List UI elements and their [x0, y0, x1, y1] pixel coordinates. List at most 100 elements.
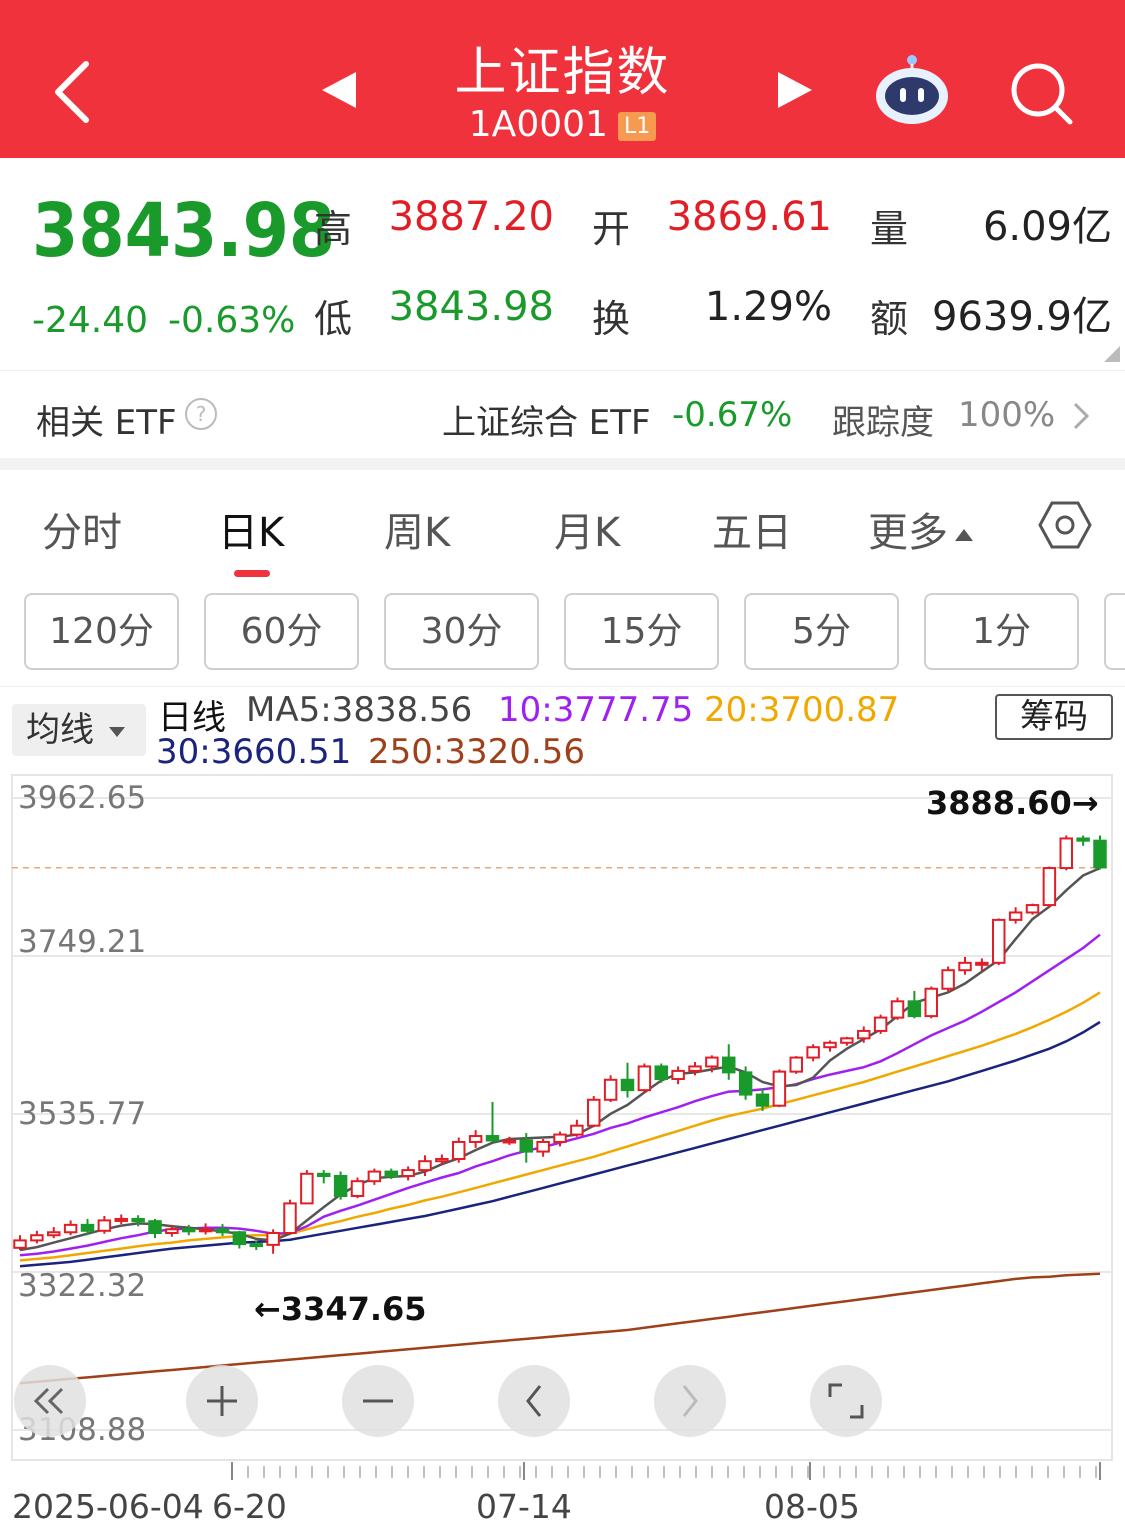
next-stock-icon[interactable]	[776, 70, 814, 110]
fullscreen-icon	[828, 1383, 864, 1419]
candle-up	[266, 1232, 280, 1246]
candle-up	[823, 1041, 837, 1049]
tab-more[interactable]: 更多	[868, 500, 974, 558]
etf-label: 相关 ETF	[36, 403, 177, 443]
plus-icon	[207, 1386, 237, 1416]
candle-up	[873, 1016, 888, 1032]
candle-up	[47, 1231, 61, 1237]
candle-down	[1076, 837, 1090, 842]
minute-button-1[interactable]: 1分	[924, 593, 1079, 670]
candle-down	[755, 1093, 770, 1107]
tab-five-day[interactable]: 五日	[712, 500, 792, 558]
etf-track-label: 跟踪度	[832, 403, 934, 443]
indicator-select[interactable]: 均线	[12, 704, 146, 756]
legend-ma250: 250:3320.56	[368, 732, 585, 772]
minute-button-5[interactable]: 5分	[744, 593, 899, 670]
minute-button-30[interactable]: 30分	[384, 593, 539, 670]
minute-button-60[interactable]: 60分	[204, 593, 359, 670]
settings-hexagon-icon[interactable]	[1038, 500, 1092, 550]
chevron-right-icon	[682, 1385, 698, 1417]
candle-up	[367, 1170, 382, 1183]
fullscreen-button[interactable]	[810, 1365, 882, 1437]
candle-down	[907, 1000, 922, 1018]
indicator-select-label: 均线	[26, 710, 94, 750]
candle-up	[806, 1046, 820, 1059]
tab-daily-k[interactable]: 日K	[218, 500, 284, 558]
candle-down	[80, 1223, 95, 1232]
minute-button-15[interactable]: 15分	[564, 593, 719, 670]
candle-up	[671, 1069, 685, 1081]
ma250-line	[19, 1272, 1101, 1385]
candle-down	[232, 1231, 247, 1246]
candle-up	[587, 1098, 601, 1127]
minute-button-120[interactable]: 120分	[24, 593, 179, 670]
stock-code: 1A0001 L1	[0, 104, 1125, 145]
candle-up	[992, 918, 1006, 964]
candle-up	[97, 1219, 112, 1232]
candle-up	[941, 969, 955, 990]
candle-up	[165, 1228, 179, 1235]
active-tab-indicator	[234, 570, 270, 577]
etf-name: 上证综合 ETF	[442, 403, 651, 443]
etf-track-value: 100%	[958, 395, 1056, 435]
y-tick-label: 3962.65	[18, 780, 147, 816]
volume-value: 6.09亿	[982, 204, 1112, 250]
candle-up	[789, 1056, 803, 1073]
candle-down	[620, 1078, 635, 1092]
scroll-right-button[interactable]	[654, 1365, 726, 1437]
low-label: 低	[314, 297, 353, 341]
tab-monthly-k[interactable]: 月K	[554, 500, 620, 558]
amount-label: 额	[870, 297, 909, 341]
candle-down	[333, 1175, 348, 1197]
candle-up	[283, 1202, 297, 1235]
candle-up	[300, 1172, 314, 1205]
dropdown-arrow-icon	[109, 726, 125, 737]
candle-up	[452, 1140, 466, 1160]
candle-up	[958, 961, 972, 972]
low-value: 3843.98	[388, 284, 554, 330]
chevron-right-icon[interactable]	[1072, 401, 1090, 431]
candle-down	[722, 1056, 736, 1074]
candle-down	[215, 1228, 230, 1234]
y-tick-label: 3322.32	[18, 1268, 147, 1304]
plot-frame	[11, 774, 1113, 1461]
minute-button-overflow[interactable]	[1104, 593, 1125, 670]
chart-divider	[0, 686, 1125, 687]
scroll-start-button[interactable]	[14, 1365, 86, 1437]
candle-down	[249, 1243, 263, 1248]
x-axis-label: 07-14	[476, 1487, 572, 1526]
candle-up	[688, 1065, 702, 1072]
zoom-out-button[interactable]	[342, 1365, 414, 1437]
y-tick-label: 3535.77	[18, 1096, 147, 1132]
chip-distribution-button[interactable]: 筹码	[995, 694, 1113, 740]
help-icon[interactable]: ?	[184, 397, 218, 431]
ma10-line	[19, 933, 1101, 1257]
max-price-label: 3888.60→	[926, 784, 1099, 822]
level-badge: L1	[617, 111, 657, 141]
related-etf-row[interactable]: 相关 ETF ? 上证综合 ETF -0.67% 跟踪度 100%	[0, 370, 1125, 460]
tab-weekly-k[interactable]: 周K	[384, 500, 450, 558]
high-label: 高	[314, 207, 353, 251]
tab-intraday[interactable]: 分时	[42, 500, 122, 558]
candle-down	[317, 1172, 331, 1178]
candle-up	[603, 1078, 618, 1101]
stock-code-text: 1A0001	[468, 104, 608, 145]
amount-value: 9639.9亿	[932, 294, 1112, 340]
candle-up	[350, 1180, 365, 1197]
scroll-left-button[interactable]	[498, 1365, 570, 1437]
candle-up	[1025, 904, 1040, 914]
legend-ma30: 30:3660.51	[156, 732, 352, 772]
candle-up	[1059, 837, 1073, 870]
robot-assistant-icon[interactable]	[872, 52, 952, 126]
zoom-in-button[interactable]	[186, 1365, 258, 1437]
price-change-pct: -0.63%	[168, 300, 296, 341]
expand-corner-icon[interactable]	[1104, 346, 1120, 362]
candle-up	[536, 1140, 550, 1153]
candle-up	[1008, 911, 1023, 921]
price-change: -24.40	[32, 300, 149, 341]
candle-up	[570, 1124, 584, 1136]
candle-down	[519, 1139, 533, 1153]
search-icon[interactable]	[1008, 60, 1074, 126]
candle-down	[131, 1217, 145, 1223]
candle-up	[30, 1234, 44, 1242]
